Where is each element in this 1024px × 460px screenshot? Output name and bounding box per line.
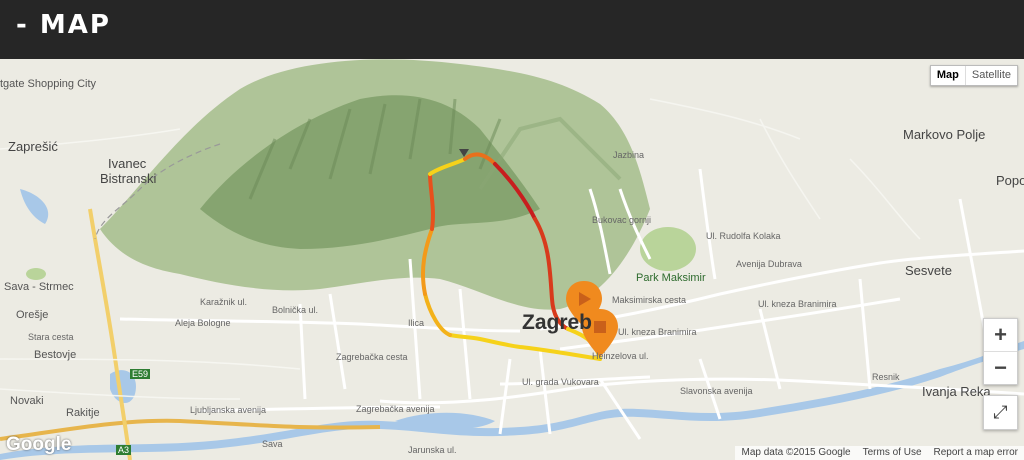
street-label: Aleja Bologne [175,318,231,328]
map-container[interactable]: Zaprešić Ivanec Bistranski tgate Shoppin… [0,59,1024,460]
place-label: Park Maksimir [636,272,706,284]
street-label: Bolnička ul. [272,305,319,315]
map-type-satellite-button[interactable]: Satellite [966,66,1017,85]
place-label: Popo [996,173,1024,188]
zoom-control[interactable]: + − [983,318,1018,385]
river-sava [0,341,1024,460]
park-maksimir-area [640,227,696,271]
street-label: Karažnik ul. [200,297,248,307]
stop-icon [594,321,606,333]
street-label: Ul. Rudolfa Kolaka [706,231,781,241]
place-label-zagreb: Zagreb [522,311,593,334]
report-error-link[interactable]: Report a map error [928,446,1024,460]
street-label: Jarunska ul. [408,445,457,455]
street-label: Ljubljanska avenija [190,405,267,415]
place-label: Ivanja Reka [922,384,991,399]
street-label: Resnik [872,372,900,382]
page-title: - MAP [16,10,111,40]
street-label: Ilica [408,318,425,328]
street-label: Sava [262,439,283,449]
place-label: Jazbina [613,150,645,160]
street-label: Heinzelova ul. [592,351,649,361]
street-label: Ul. kneza Branimira [758,299,837,309]
place-label: Sesvete [905,263,952,278]
terms-link[interactable]: Terms of Use [857,446,928,460]
place-label: Ivanec [108,156,147,171]
place-label: Stara cesta [28,332,74,342]
street-label: Maksimirska cesta [612,295,687,305]
google-logo: Google [6,434,72,455]
place-label: Bestovje [34,349,77,361]
street-label: Ul. grada Vukovara [522,377,599,387]
place-label: Zaprešić [8,139,58,154]
place-label: Novaki [10,395,44,407]
street-label: Zagrebačka avenija [356,404,435,414]
street-label: Zagrebačka cesta [336,352,408,362]
header-bar: - MAP [0,0,1024,59]
place-label: tgate Shopping City [0,78,97,90]
attribution-data: Map data ©2015 Google [741,447,851,458]
place-label: Markovo Polje [903,127,986,142]
place-label: Bistranski [100,171,157,186]
highway-shield: E59 [130,369,151,379]
fullscreen-icon: ⤢ [993,402,1008,422]
street-label: Avenija Dubrava [736,259,802,269]
map-canvas[interactable] [0,59,1024,460]
street-label: Bukovac gornji [592,215,652,225]
place-label: Rakitje [66,407,100,419]
map-type-map-button[interactable]: Map [931,66,966,85]
fullscreen-button[interactable]: ⤢ [983,395,1018,430]
place-label: Orešje [16,309,49,321]
place-label: Sava - Strmec [4,281,74,293]
highway-shield: A3 [116,445,132,455]
map-type-control[interactable]: Map Satellite [929,65,1018,86]
zoom-in-button[interactable]: + [984,319,1017,351]
street-label: Ul. kneza Branimira [618,327,697,337]
street-label: Slavonska avenija [680,386,753,396]
map-attribution: Map data ©2015 Google Terms of Use Repor… [735,446,1024,460]
zoom-out-button[interactable]: − [984,352,1017,384]
